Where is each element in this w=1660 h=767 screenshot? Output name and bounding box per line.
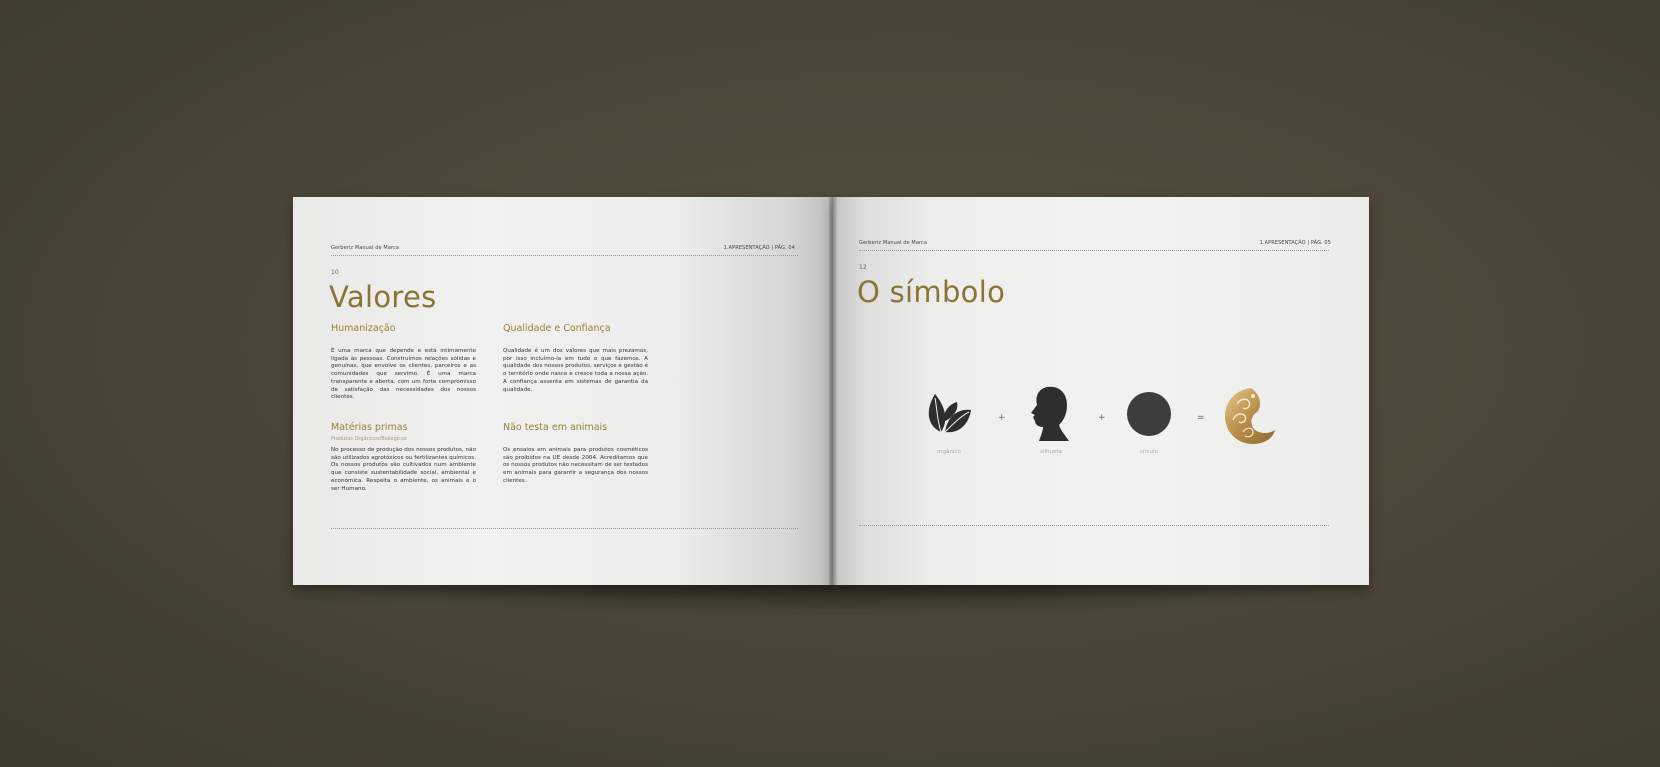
leaves-icon (925, 392, 973, 438)
section-heading: Humanização (331, 323, 396, 334)
right-page-number: 12 (859, 264, 867, 271)
left-footer-divider (331, 528, 798, 529)
section-heading: Não testa em animais (503, 422, 608, 433)
right-header-brand: Gerberiz Manual de Marca (859, 240, 928, 246)
page-title-valores: Valores (329, 280, 437, 314)
section-body: No processo de produção dos nossos produ… (331, 447, 476, 492)
scene: Gerberiz Manual de Marca 1.APRESENTAÇÃO … (0, 0, 1660, 767)
right-footer-divider (859, 525, 1329, 526)
equals-sign: = (1197, 413, 1205, 423)
section-body: Qualidade é um dos valores que mais prez… (503, 348, 648, 393)
section-body: Os ensaios em animais para produtos cosm… (503, 447, 648, 484)
gerberiz-symbol-icon (1223, 386, 1277, 450)
circle-icon (1126, 391, 1172, 441)
silhouette-icon (1029, 385, 1071, 447)
section-heading: Qualidade e Confiança (503, 323, 611, 334)
brochure-spine (829, 197, 837, 585)
plus-sign: + (998, 413, 1006, 423)
section-subheading: Produtos Orgânicos/Biológicos (331, 436, 407, 442)
left-header-divider (331, 255, 798, 256)
left-header-section: 1.APRESENTAÇÃO | PÁG. 04 (723, 245, 795, 251)
section-body: É uma marca que depende e está intimamen… (331, 348, 476, 401)
plus-sign: + (1098, 413, 1106, 423)
label-circulo: círculo (1139, 449, 1159, 455)
page-title-simbolo: O símbolo (857, 275, 1006, 309)
right-header-section: 1.APRESENTAÇÃO | PÁG. 05 (1259, 240, 1331, 246)
section-heading: Matérias primas (331, 422, 408, 433)
right-page: Gerberiz Manual de Marca 1.APRESENTAÇÃO … (833, 197, 1369, 585)
label-silhueta: silhueta (1040, 449, 1062, 455)
left-page: Gerberiz Manual de Marca 1.APRESENTAÇÃO … (293, 197, 833, 585)
left-page-number: 10 (331, 269, 339, 276)
left-header-brand: Gerberiz Manual de Marca (331, 245, 400, 251)
right-header-divider (859, 250, 1329, 251)
label-organico: orgânico (937, 449, 961, 455)
